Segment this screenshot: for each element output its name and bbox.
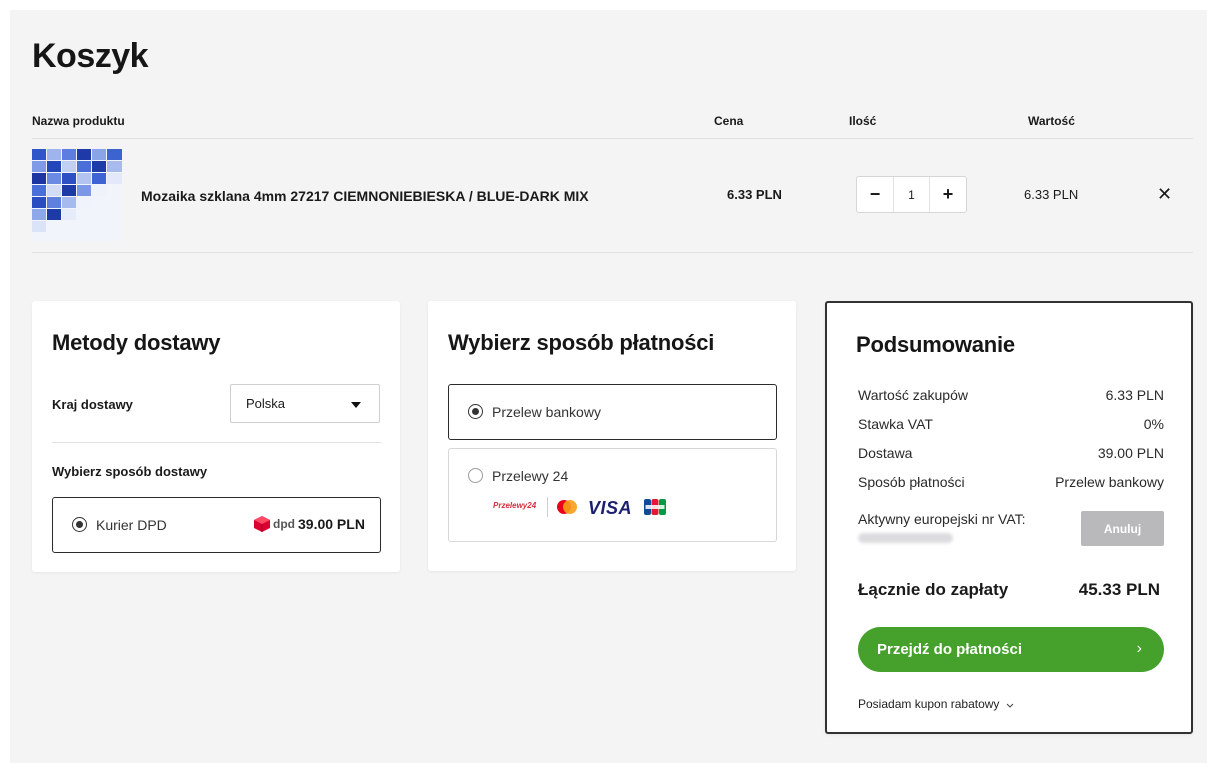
payment-option-przelewy24[interactable]: Przelewy 24 Przelewy24 VISA <box>448 448 777 542</box>
caret-down-icon <box>351 402 361 408</box>
payment-option-bank-transfer[interactable]: Przelew bankowy <box>448 384 777 440</box>
grand-total-value: 45.33 PLN <box>1078 580 1160 599</box>
column-header-name: Nazwa produktu <box>32 114 125 128</box>
grand-total-label: Łącznie do zapłaty <box>858 580 1009 599</box>
chevron-down-icon <box>1006 698 1014 712</box>
delivery-option-dpd[interactable]: Kurier DPD dpd 39.00 PLN <box>52 497 381 553</box>
increase-quantity-button[interactable]: + <box>930 177 966 212</box>
divider <box>32 138 1193 139</box>
summary-card: Podsumowanie Wartość zakupów 6.33 PLN St… <box>825 301 1193 734</box>
summary-row: Sposób płatności Przelew bankowy <box>858 474 1164 490</box>
quantity-value[interactable]: 1 <box>893 177 930 212</box>
summary-row: Stawka VAT 0% <box>858 416 1164 432</box>
remove-item-icon[interactable]: ✕ <box>1157 184 1172 205</box>
column-header-price: Cena <box>714 114 744 128</box>
proceed-to-payment-label: Przejdź do płatności <box>877 641 1023 658</box>
divider <box>547 497 548 517</box>
coupon-label: Posiadam kupon rabatowy <box>858 697 1000 711</box>
payment-title: Wybierz sposób płatności <box>448 330 715 355</box>
summary-row-value: 0% <box>1143 416 1164 432</box>
column-header-total: Wartość <box>1028 114 1075 128</box>
decrease-quantity-button[interactable]: − <box>857 177 893 212</box>
przelewy24-logo: Przelewy24 <box>493 501 537 510</box>
summary-row-label: Dostawa <box>858 445 913 461</box>
vat-label: Aktywny europejski nr VAT: <box>858 511 1026 527</box>
payment-option-label: Przelewy 24 <box>492 468 569 484</box>
product-total: 6.33 PLN <box>1024 187 1079 202</box>
divider <box>32 252 1193 253</box>
proceed-to-payment-button[interactable]: Przejdź do płatności › <box>858 627 1164 672</box>
jcb-icon <box>644 499 666 520</box>
delivery-option-price: 39.00 PLN <box>298 516 365 532</box>
quantity-stepper: − 1 + <box>856 176 967 213</box>
delivery-card: Metody dostawy Kraj dostawy Polska Wybie… <box>32 301 400 572</box>
mastercard-icon <box>556 499 578 520</box>
product-thumbnail[interactable] <box>32 149 122 241</box>
delivery-title: Metody dostawy <box>52 330 221 355</box>
summary-row-label: Stawka VAT <box>858 416 933 432</box>
summary-row-label: Wartość zakupów <box>858 387 968 403</box>
dpd-brand-text: dpd <box>273 517 295 531</box>
page-title: Koszyk <box>32 37 149 75</box>
divider <box>52 442 381 443</box>
payment-card: Wybierz sposób płatności Przelew bankowy… <box>428 301 796 571</box>
country-value: Polska <box>246 396 286 411</box>
product-name[interactable]: Mozaika szklana 4mm 27217 CIEMNONIEBIESK… <box>141 188 589 204</box>
dpd-logo-icon <box>253 515 271 538</box>
summary-row-label: Sposób płatności <box>858 474 965 490</box>
summary-row-value: 39.00 PLN <box>1097 445 1164 461</box>
column-header-qty: Ilość <box>849 114 877 128</box>
visa-logo: VISA <box>588 498 633 518</box>
country-label: Kraj dostawy <box>52 397 133 412</box>
vat-number-redacted <box>858 533 953 543</box>
product-price: 6.33 PLN <box>727 187 782 202</box>
summary-row: Wartość zakupów 6.33 PLN <box>858 387 1164 403</box>
radio-selected-icon[interactable] <box>468 404 483 419</box>
radio-selected-icon[interactable] <box>72 517 87 532</box>
cancel-vat-button[interactable]: Anuluj <box>1081 511 1164 546</box>
summary-title: Podsumowanie <box>856 332 1015 357</box>
delivery-method-label: Wybierz sposób dostawy <box>52 464 208 479</box>
radio-unselected-icon[interactable] <box>468 468 483 483</box>
summary-row: Dostawa 39.00 PLN <box>858 445 1164 461</box>
cart-page: Koszyk Nazwa produktu Cena Ilość Wartość <box>10 10 1207 763</box>
payment-option-label: Przelew bankowy <box>492 404 601 420</box>
country-select[interactable]: Polska <box>230 384 380 423</box>
summary-row-value: Przelew bankowy <box>1055 474 1164 490</box>
summary-row-value: 6.33 PLN <box>1105 387 1164 403</box>
coupon-toggle[interactable]: Posiadam kupon rabatowy <box>858 697 1014 712</box>
chevron-right-icon: › <box>1136 640 1142 657</box>
delivery-option-label: Kurier DPD <box>96 517 167 533</box>
